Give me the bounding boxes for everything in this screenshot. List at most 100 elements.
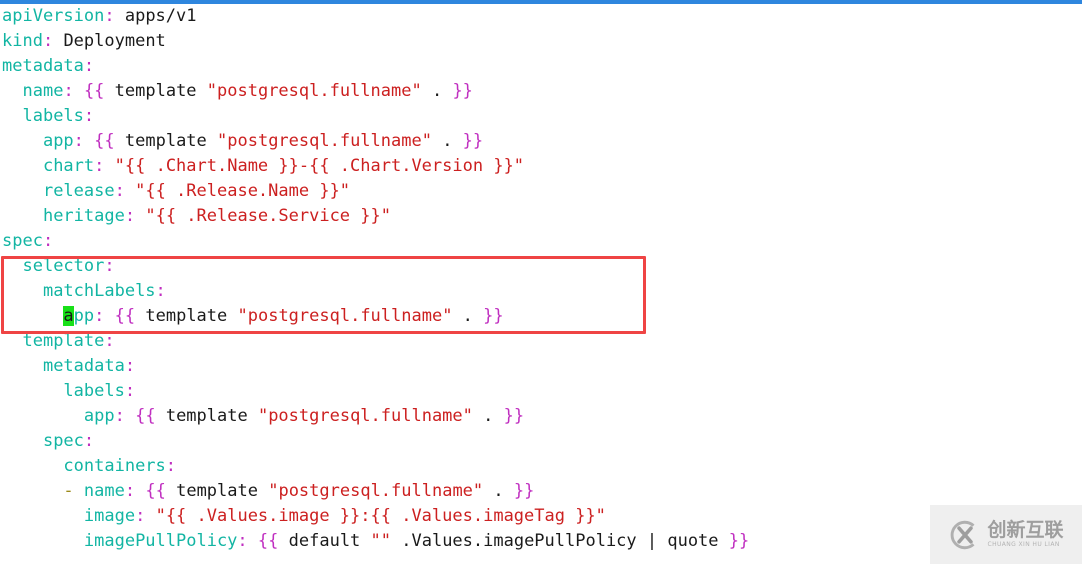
code-token: app — [83, 406, 115, 426]
code-token: template — [22, 331, 105, 351]
code-token: : — [135, 506, 146, 526]
text-cursor: a — [63, 306, 74, 326]
code-token: "{{ .Release.Service }}" — [145, 206, 391, 226]
code-line[interactable]: image: "{{ .Values.image }}:{{ .Values.i… — [0, 504, 1082, 529]
code-token: : — [83, 106, 95, 126]
code-line[interactable]: imagePullPolicy: {{ default "" .Values.i… — [0, 529, 1082, 554]
code-token: apps/v1 — [114, 6, 197, 26]
watermark: 创新互联 CHUANG XIN HU LIAN — [930, 505, 1082, 564]
code-token: : — [237, 531, 248, 551]
code-token: . — [472, 406, 504, 426]
code-token: "postgresql.fullname" — [237, 306, 453, 326]
code-line[interactable]: apiVersion: apps/v1 — [0, 4, 1082, 29]
code-token: spec — [2, 231, 43, 251]
code-line[interactable]: labels: — [0, 104, 1082, 129]
code-token: . — [452, 306, 484, 326]
code-token: : — [83, 56, 95, 76]
code-line[interactable]: template: — [0, 329, 1082, 354]
code-token: }} — [503, 406, 525, 426]
code-token: spec — [42, 431, 84, 451]
code-token: : — [124, 206, 136, 226]
code-line[interactable]: heritage: "{{ .Release.Service }}" — [0, 204, 1082, 229]
code-line[interactable]: app: {{ template "postgresql.fullname" .… — [0, 404, 1082, 429]
watermark-text-block: 创新互联 CHUANG XIN HU LIAN — [987, 521, 1063, 548]
code-token: labels — [22, 106, 84, 126]
code-token: "postgresql.fullname" — [268, 481, 484, 501]
code-line[interactable]: name: {{ template "postgresql.fullname" … — [0, 79, 1082, 104]
code-token: {{ — [114, 306, 136, 326]
code-token: }} — [462, 131, 484, 151]
code-line[interactable]: selector: — [0, 254, 1082, 279]
code-token: "{{ .Chart.Name }}-{{ .Chart.Version }}" — [114, 156, 525, 176]
code-token: : — [155, 281, 166, 301]
code-token: }} — [452, 81, 473, 101]
code-token: matchLabels — [42, 281, 156, 301]
code-token: chart — [42, 156, 95, 176]
code-token: selector — [22, 256, 105, 276]
code-token: "{{ .Release.Name }}" — [135, 181, 351, 201]
code-line[interactable]: spec: — [0, 429, 1082, 454]
code-token: : — [114, 406, 125, 426]
code-token: heritage — [42, 206, 125, 226]
code-line[interactable]: matchLabels: — [0, 279, 1082, 304]
code-token: }} — [728, 531, 750, 551]
code-line[interactable]: - name: {{ template "postgresql.fullname… — [0, 479, 1082, 504]
code-token: : — [83, 431, 95, 451]
code-token: kind — [2, 31, 43, 51]
code-line[interactable]: labels: — [0, 379, 1082, 404]
code-line[interactable]: release: "{{ .Release.Name }}" — [0, 179, 1082, 204]
code-token: {{ — [83, 81, 105, 101]
code-token: {{ — [94, 131, 115, 151]
code-token: template — [114, 131, 218, 151]
code-token: "{{ .Values.image }}:{{ .Values.imageTag… — [155, 506, 606, 526]
code-token: : — [63, 81, 74, 101]
code-line[interactable]: spec: — [0, 229, 1082, 254]
code-token: : — [104, 6, 115, 26]
code-token: : — [42, 231, 54, 251]
code-line[interactable]: containers: — [0, 454, 1082, 479]
code-token: - — [63, 481, 74, 501]
code-token: metadata — [2, 56, 84, 76]
code-token: : — [165, 456, 177, 476]
code-token: : — [124, 481, 136, 501]
code-editor-content[interactable]: apiVersion: apps/v1 kind: Deployment metad… — [0, 4, 1082, 564]
code-token: {{ — [135, 406, 156, 426]
code-token: . — [431, 131, 463, 151]
code-token: template — [165, 481, 269, 501]
watermark-chinese-label: 创新互联 — [987, 519, 1064, 541]
code-token: : — [104, 256, 115, 276]
code-token: : — [94, 156, 105, 176]
code-line[interactable]: app: {{ template "postgresql.fullname" .… — [0, 129, 1082, 154]
code-token: template — [155, 406, 258, 426]
code-token: "postgresql.fullname" — [257, 406, 473, 426]
code-line[interactable]: metadata: — [0, 354, 1082, 379]
code-token: "postgresql.fullname" — [217, 131, 432, 151]
code-token: : — [94, 306, 105, 326]
code-token: release — [42, 181, 115, 201]
code-token: : — [42, 31, 54, 51]
code-token: image — [83, 506, 136, 526]
code-line[interactable]: kind: Deployment — [0, 29, 1082, 54]
code-token: . — [483, 481, 514, 501]
code-token: pp — [73, 306, 95, 326]
code-line[interactable]: metadata: — [0, 54, 1082, 79]
code-line[interactable]: chart: "{{ .Chart.Name }}-{{ .Chart.Vers… — [0, 154, 1082, 179]
code-token: }} — [513, 481, 535, 501]
code-line[interactable]: app: {{ template "postgresql.fullname" .… — [0, 304, 1082, 329]
